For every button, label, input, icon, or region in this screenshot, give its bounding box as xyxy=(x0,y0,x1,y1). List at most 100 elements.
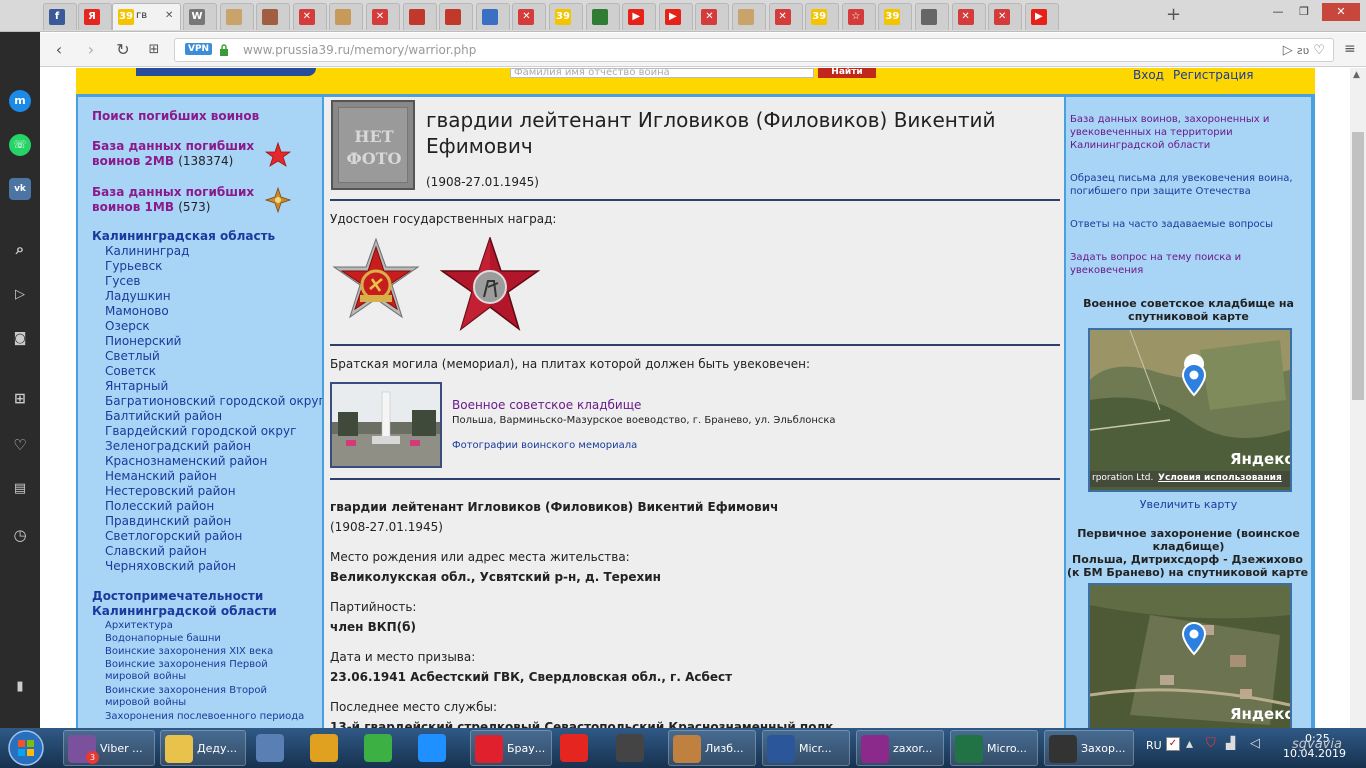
region-link[interactable]: Озерск xyxy=(105,319,150,334)
browser-tab[interactable] xyxy=(402,3,437,30)
region-link[interactable]: Гвардейский городской округ xyxy=(105,424,296,439)
region-link[interactable]: Светлогорский район xyxy=(105,529,242,544)
right-link-ask-question[interactable]: Задать вопрос на тему поиска и увековече… xyxy=(1070,251,1308,277)
sights-link[interactable]: Воинские захоронения Первой мировой войн… xyxy=(105,659,315,683)
sidebar-toggle-icon[interactable]: ▮ xyxy=(9,676,31,698)
tray-arrow-icon[interactable]: ▴ xyxy=(1186,736,1193,752)
region-link[interactable]: Зеленоградский район xyxy=(105,439,251,454)
search-dead-link[interactable]: Поиск погибших воинов xyxy=(92,109,259,124)
enlarge-map-link[interactable]: Увеличить карту xyxy=(1066,498,1311,511)
taskbar-app[interactable]: Брау... xyxy=(470,730,552,766)
taskbar-app[interactable] xyxy=(556,730,606,766)
close-window-icon[interactable]: ✕ xyxy=(1322,3,1360,21)
send-icon[interactable]: ▷ xyxy=(1283,43,1293,58)
browser-tab[interactable]: f xyxy=(43,3,77,30)
browser-tab[interactable]: ✕ xyxy=(512,3,547,30)
db-ww2-link[interactable]: База данных погибших воинов 2МВ (138374) xyxy=(92,139,262,169)
browser-tab[interactable] xyxy=(475,3,510,30)
region-link[interactable]: Краснознаменский район xyxy=(105,454,267,469)
forward-icon[interactable]: › xyxy=(80,39,102,61)
memorial-photos-link[interactable]: Фотографии воинского мемориала xyxy=(452,440,637,451)
login-link[interactable]: Вход xyxy=(1133,68,1164,82)
taskbar-app[interactable] xyxy=(414,730,464,766)
speed-dial-icon[interactable]: ⊞ xyxy=(9,388,31,410)
bookmark-heart-icon[interactable]: ♡ xyxy=(1313,43,1325,58)
site-search-button[interactable]: Найти xyxy=(818,68,876,78)
register-link[interactable]: Регистрация xyxy=(1173,68,1253,82)
region-link[interactable]: Калининград xyxy=(105,244,189,259)
tray-shield-icon[interactable]: ⛉ xyxy=(1206,736,1216,751)
news-icon[interactable]: ▤ xyxy=(9,478,31,500)
browser-tab[interactable] xyxy=(439,3,474,30)
minimize-icon[interactable]: — xyxy=(1266,3,1290,21)
region-link[interactable]: Гусев xyxy=(105,274,140,289)
whatsapp-icon[interactable]: ☏ xyxy=(9,134,31,156)
browser-tab[interactable] xyxy=(329,3,364,30)
browser-tab[interactable]: ✕ xyxy=(366,3,400,30)
messenger-icon[interactable]: m xyxy=(9,90,31,112)
cemetery-link[interactable]: Военное советское кладбище xyxy=(452,398,641,412)
browser-tab[interactable]: ✕ xyxy=(988,3,1023,30)
taskbar-app[interactable]: Micro... xyxy=(950,730,1038,766)
browser-tab[interactable] xyxy=(219,3,254,30)
sights-title[interactable]: Достопримечательности Калининградской об… xyxy=(92,589,312,619)
db-ww1-link[interactable]: База данных погибших воинов 1МВ (573) xyxy=(92,185,262,215)
memorial-photo[interactable] xyxy=(330,382,442,468)
browser-tab[interactable]: ✕ xyxy=(951,3,986,30)
browser-tab[interactable]: 39 xyxy=(549,3,583,30)
language-indicator[interactable]: RU xyxy=(1146,739,1162,752)
browser-tab[interactable]: ▶ xyxy=(622,3,657,30)
region-link[interactable]: Ладушкин xyxy=(105,289,171,304)
region-link[interactable]: Балтийский район xyxy=(105,409,222,424)
browser-tab[interactable]: ✕ xyxy=(768,3,803,30)
page-scrollbar[interactable]: ▲ xyxy=(1350,68,1366,728)
region-link[interactable]: Славский район xyxy=(105,544,207,559)
right-link-letter-sample[interactable]: Образец письма для увековечения воина, п… xyxy=(1070,172,1308,198)
taskbar-app[interactable] xyxy=(360,730,410,766)
browser-tab[interactable]: 39 xyxy=(878,3,913,30)
tray-network-icon[interactable]: ▟ xyxy=(1226,736,1235,750)
scroll-up-icon[interactable]: ▲ xyxy=(1353,70,1360,80)
send-arrow-icon[interactable]: ▷ xyxy=(9,284,31,306)
restore-icon[interactable]: ❐ xyxy=(1292,3,1316,21)
browser-tab[interactable]: ▶ xyxy=(1024,3,1059,30)
browser-tab[interactable]: Я xyxy=(78,3,112,30)
order-patriotic-war-icon[interactable] xyxy=(330,237,422,333)
sights-link[interactable]: Захоронения послевоенного периода xyxy=(105,711,315,723)
taskbar-app[interactable]: Micr... xyxy=(762,730,850,766)
region-link[interactable]: Янтарный xyxy=(105,379,168,394)
vpn-badge[interactable]: VPN xyxy=(185,43,213,55)
region-link[interactable]: Черняховский район xyxy=(105,559,236,574)
sights-link[interactable]: Архитектура xyxy=(105,620,315,632)
tray-check-icon[interactable]: ✓ xyxy=(1166,737,1180,751)
taskbar-app[interactable] xyxy=(306,730,356,766)
browser-tab[interactable] xyxy=(915,3,949,30)
easy-setup-icon[interactable]: ≡ xyxy=(1344,41,1356,57)
region-link[interactable]: Светлый xyxy=(105,349,160,364)
url-field[interactable]: VPN www.prussia39.ru/memory/warrior.php … xyxy=(174,38,1334,62)
tab-close-icon[interactable]: ✕ xyxy=(165,10,173,21)
region-link[interactable]: Полесский район xyxy=(105,499,214,514)
taskbar-app[interactable] xyxy=(252,730,302,766)
site-search-input[interactable]: Фамилия имя отчество воина xyxy=(510,68,814,78)
primary-burial-satellite-map[interactable]: Яндекс xyxy=(1088,583,1292,728)
region-link[interactable]: Мамоново xyxy=(105,304,169,319)
browser-tab[interactable]: ▶ xyxy=(658,3,693,30)
region-title[interactable]: Калининградская область xyxy=(92,229,275,244)
browser-tab[interactable]: 39 xyxy=(805,3,840,30)
region-link[interactable]: Гурьевск xyxy=(105,259,162,274)
region-link[interactable]: Пионерский xyxy=(105,334,181,349)
taskbar-app[interactable] xyxy=(612,730,662,766)
taskbar-app[interactable]: Лизб... xyxy=(668,730,756,766)
right-link-faq[interactable]: Ответы на часто задаваемые вопросы xyxy=(1070,218,1308,231)
browser-tab[interactable]: 39 гв ✕ xyxy=(112,3,181,30)
heart-icon[interactable]: ♡ xyxy=(9,434,31,456)
taskbar-app[interactable]: zaxor... xyxy=(856,730,944,766)
region-link[interactable]: Правдинский район xyxy=(105,514,231,529)
reload-icon[interactable]: ↻ xyxy=(112,39,134,61)
browser-tab[interactable]: ✕ xyxy=(292,3,327,30)
camera-icon[interactable]: ◙ xyxy=(9,328,31,350)
right-link-database[interactable]: База данных воинов, захороненных и увеко… xyxy=(1070,113,1308,152)
taskbar-app[interactable]: Viber ... 3 xyxy=(63,730,155,766)
search-icon[interactable]: ⌕ xyxy=(9,238,31,260)
